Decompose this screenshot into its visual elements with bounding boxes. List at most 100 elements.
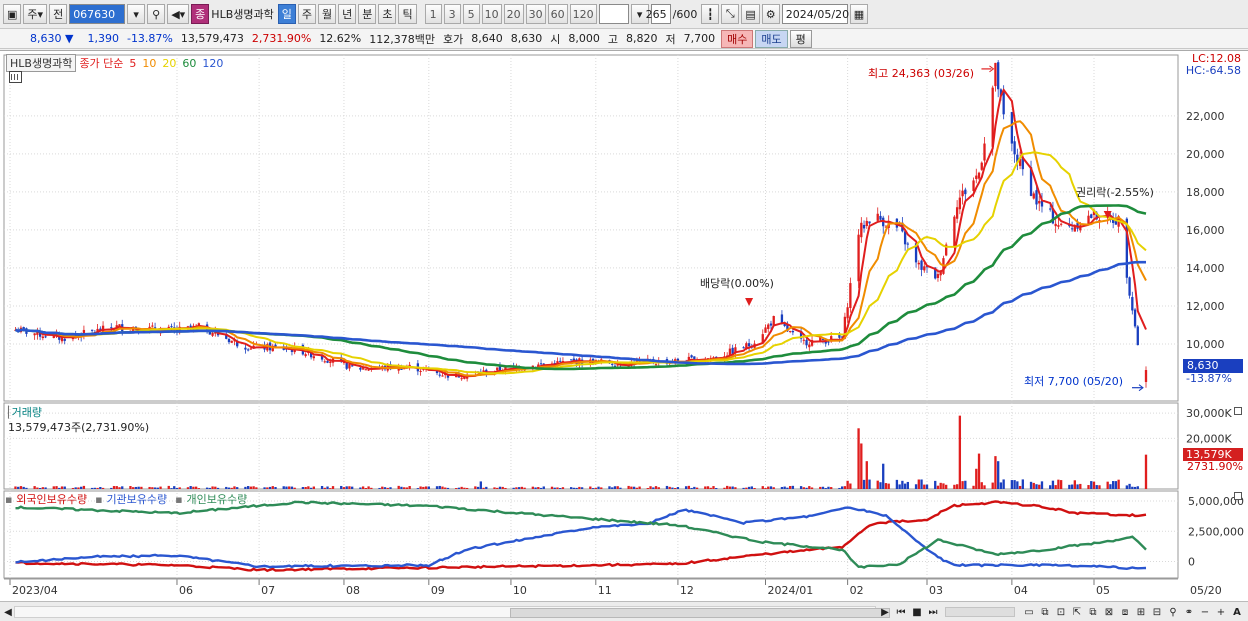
layout-1-icon[interactable]: ▭ <box>1022 605 1036 619</box>
volume-panel-close-icon[interactable] <box>1234 407 1242 415</box>
volume-bar <box>227 487 231 489</box>
interval-button-20[interactable]: 20 <box>503 4 524 24</box>
volume-bar <box>654 486 658 489</box>
interval-button-5[interactable]: 5 <box>462 4 480 24</box>
period-tab-1[interactable]: 주 <box>297 4 316 24</box>
investor-legend-0[interactable]: ▪ 외국인보유수량 <box>5 491 91 507</box>
arrows-icon[interactable]: ⇱ <box>1070 605 1084 619</box>
stock-code-input[interactable]: 067630 <box>69 4 126 24</box>
volume-bar <box>747 486 751 489</box>
volume-bar <box>537 487 540 489</box>
zoom-out-icon[interactable]: − <box>1198 605 1212 619</box>
interval-button-120[interactable]: 120 <box>569 4 597 24</box>
speaker-icon[interactable]: ◀▾ <box>167 4 190 24</box>
period-tab-0[interactable]: 일 <box>277 4 296 24</box>
volume-bar <box>712 486 715 489</box>
volume-bar <box>613 486 617 489</box>
legend-ma-20[interactable]: 20 <box>162 57 176 70</box>
volume-bar <box>830 487 833 489</box>
legend-ma-10[interactable]: 10 <box>142 57 156 70</box>
scroll-right-icon[interactable]: ▶ <box>878 605 892 619</box>
chart-scrollbar[interactable]: ◀ ▶ ⏮ ■ ⏭ ▭ ⧉ ⊡ ⇱ ⧉ ⊠ ⧈ ⊞ ⊟ ⚲ ⚭ − + A <box>0 601 1248 621</box>
candle-body <box>1032 193 1035 199</box>
period-tab-3[interactable]: 년 <box>338 4 357 24</box>
interval-button-3[interactable]: 3 <box>443 4 461 24</box>
x-tick-label: 05/20 <box>1190 584 1222 597</box>
candle-body <box>569 359 573 361</box>
legend-ma-120[interactable]: 120 <box>202 57 223 70</box>
legend-stock-name[interactable]: HLB생명과학 <box>6 54 77 72</box>
count-input[interactable]: 265 <box>646 4 671 24</box>
eval-button[interactable]: 평 <box>789 29 812 48</box>
rewind-icon[interactable]: ⏮ <box>894 605 908 619</box>
stop-icon[interactable]: ■ <box>910 605 924 619</box>
volume-bar <box>857 428 860 489</box>
layout-2-icon[interactable]: ⧉ <box>1038 605 1052 619</box>
interval-button-10[interactable]: 10 <box>481 4 502 24</box>
candle-body <box>211 332 214 336</box>
tool-5-icon[interactable]: ⊟ <box>1150 605 1164 619</box>
calendar-icon[interactable]: ▦ <box>849 4 869 24</box>
date-input[interactable]: 2024/05/20 <box>781 4 849 24</box>
tool-3-icon[interactable]: ⧈ <box>1118 605 1132 619</box>
volume-bar <box>1059 480 1063 489</box>
gear-icon[interactable]: ⚙ <box>761 4 780 24</box>
interval-button-60[interactable]: 60 <box>547 4 568 24</box>
legend-ma-60[interactable]: 60 <box>182 57 196 70</box>
period-tab-2[interactable]: 월 <box>317 4 337 24</box>
bid-label: 호가 <box>443 32 464 46</box>
tool-1-icon[interactable]: ⧉ <box>1086 605 1100 619</box>
volume-bar <box>74 487 77 489</box>
candle-body <box>994 62 997 87</box>
volume-bar <box>400 486 403 489</box>
interval-custom-input[interactable] <box>598 4 629 24</box>
tool-2-icon[interactable]: ⊠ <box>1102 605 1116 619</box>
candle-body <box>808 344 811 348</box>
save-icon[interactable]: ▤ <box>741 4 760 24</box>
mode-badge[interactable]: 종 <box>191 4 210 24</box>
period-tab-4[interactable]: 분 <box>358 4 377 24</box>
investor-legend-2[interactable]: ▪ 개인보유수량 <box>175 491 251 507</box>
type-select[interactable]: 주 ▾ <box>23 4 48 24</box>
sell-button[interactable]: 매도 <box>755 29 788 48</box>
legend-ma-5[interactable]: 5 <box>129 57 136 70</box>
x-tick-label: 03 <box>929 584 943 597</box>
scroll-left-icon[interactable]: ◀ <box>1 605 15 619</box>
scroll-track[interactable] <box>14 606 890 618</box>
window-menu-button[interactable]: ▣ <box>3 4 22 24</box>
investor-panel-close-icon[interactable] <box>1234 492 1242 500</box>
volume-bar <box>82 485 86 489</box>
forward-icon[interactable]: ⏭ <box>926 605 940 619</box>
volume-bar <box>914 484 918 489</box>
investor-legend-1[interactable]: ▪ 기관보유수량 <box>95 491 171 507</box>
zoom-track[interactable] <box>945 607 1015 617</box>
auto-scale-icon[interactable]: A <box>1230 605 1244 619</box>
scroll-thumb[interactable] <box>510 608 890 618</box>
code-dropdown-button[interactable]: ▾ <box>127 4 146 24</box>
search-icon[interactable]: ⚲ <box>147 4 166 24</box>
volume-bar <box>788 485 792 489</box>
search-zoom-icon[interactable]: ⚲ <box>1166 605 1180 619</box>
candle-body <box>441 375 444 377</box>
tool-4-icon[interactable]: ⊞ <box>1134 605 1148 619</box>
volume-bar <box>665 485 669 489</box>
layout-3-icon[interactable]: ⊡ <box>1054 605 1068 619</box>
chart-area[interactable]: 10,000 12,000 14,000 16,000 18,000 20,000 22,0… <box>0 50 1248 601</box>
candle-type-icon[interactable]: ┇ <box>701 4 720 24</box>
volume-bar <box>1117 479 1120 489</box>
period-tab-5[interactable]: 초 <box>378 4 397 24</box>
prev-button[interactable]: 전 <box>49 4 68 24</box>
crosshair-icon[interactable]: ⤡ <box>721 4 740 24</box>
interval-button-30[interactable]: 30 <box>525 4 546 24</box>
calendar-grid-icon[interactable] <box>9 71 22 83</box>
chart-canvas[interactable]: 10,000 12,000 14,000 16,000 18,000 20,000 22,0… <box>0 51 1248 602</box>
candle-body <box>1144 370 1148 382</box>
period-tab-6[interactable]: 틱 <box>398 4 417 24</box>
buy-button[interactable]: 매수 <box>721 29 754 48</box>
zoom-in-icon[interactable]: + <box>1214 605 1228 619</box>
volume-bar <box>175 488 179 489</box>
stock-name: HLB생명과학 <box>211 8 274 21</box>
interval-button-1[interactable]: 1 <box>424 4 442 24</box>
volume-bar <box>178 487 181 489</box>
link-icon[interactable]: ⚭ <box>1182 605 1196 619</box>
